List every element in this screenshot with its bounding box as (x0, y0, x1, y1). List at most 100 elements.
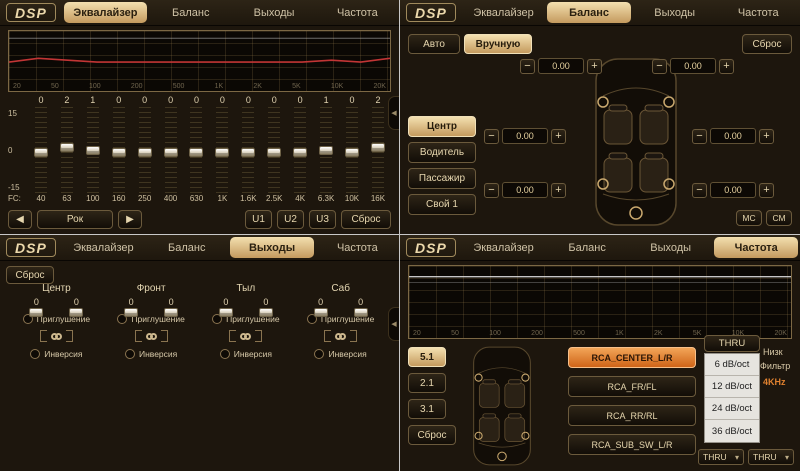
tab-frequency[interactable]: Частота (316, 235, 399, 260)
outputs-drawer-handle[interactable]: ◀ (388, 307, 399, 341)
invert-checkbox-row[interactable]: Инверсия (220, 349, 272, 359)
rca-sub-button[interactable]: RCA_SUB_SW_L/R (568, 434, 696, 455)
eq-band-slider[interactable] (32, 107, 50, 194)
eq-band-slider[interactable] (239, 107, 257, 194)
eq-band-slider[interactable] (187, 107, 205, 194)
tab-equalizer[interactable]: Эквалайзер (62, 235, 145, 260)
minus-button[interactable]: − (520, 59, 535, 74)
preset-prev-button[interactable]: ◀ (8, 210, 32, 229)
invert-checkbox[interactable] (220, 349, 230, 359)
slider-handle[interactable] (69, 308, 83, 317)
eq-band-slider[interactable] (136, 107, 154, 194)
preset-display[interactable]: Рок (37, 210, 113, 229)
slider-handle[interactable] (164, 308, 178, 317)
plus-button[interactable]: + (759, 183, 774, 198)
slider-handle[interactable] (319, 146, 333, 155)
tab-equalizer[interactable]: Эквалайзер (462, 235, 546, 260)
freq-reset-button[interactable]: Сброс (408, 425, 456, 445)
slider-handle[interactable] (34, 148, 48, 157)
preset-next-button[interactable]: ▶ (118, 210, 142, 229)
plus-button[interactable]: + (719, 59, 734, 74)
slider-handle[interactable] (354, 308, 368, 317)
balance-manual-button[interactable]: Вручную (464, 34, 532, 54)
slider-handle[interactable] (371, 143, 385, 152)
minus-button[interactable]: − (692, 129, 707, 144)
eq-band-slider[interactable] (317, 107, 335, 194)
tab-outputs[interactable]: Выходы (232, 0, 315, 25)
slope-dropdown-selected[interactable]: THRU (704, 335, 760, 352)
mode-3-1-button[interactable]: 3.1 (408, 399, 446, 419)
link-channels[interactable] (229, 329, 262, 343)
slope-option-6db[interactable]: 6 dB/oct (705, 354, 759, 376)
slider-handle[interactable] (267, 148, 281, 157)
tab-outputs[interactable]: Выходы (629, 235, 713, 260)
slider-handle[interactable] (259, 308, 273, 317)
eq-band-slider[interactable] (291, 107, 309, 194)
slider-handle[interactable] (29, 308, 43, 317)
mc-toggle-button[interactable]: МС (736, 210, 762, 226)
outputs-reset-button[interactable]: Сброс (6, 266, 54, 284)
link-channels[interactable] (40, 329, 73, 343)
tab-balance[interactable]: Баланс (547, 2, 631, 23)
tab-balance[interactable]: Баланс (145, 235, 228, 260)
slider-handle[interactable] (60, 143, 74, 152)
tab-balance[interactable]: Баланс (545, 235, 629, 260)
slider-handle[interactable] (314, 308, 328, 317)
balance-preset-passenger[interactable]: Пассажир (408, 168, 476, 189)
balance-preset-custom1[interactable]: Свой 1 (408, 194, 476, 215)
eq-band-slider[interactable] (369, 107, 387, 194)
balance-preset-center[interactable]: Центр (408, 116, 476, 137)
slider-handle[interactable] (219, 308, 233, 317)
minus-button[interactable]: − (652, 59, 667, 74)
tab-frequency[interactable]: Частота (316, 0, 399, 25)
link-channels[interactable] (135, 329, 168, 343)
invert-checkbox[interactable] (314, 349, 324, 359)
plus-button[interactable]: + (551, 183, 566, 198)
balance-reset-button[interactable]: Сброс (742, 34, 792, 54)
invert-checkbox-row[interactable]: Инверсия (30, 349, 82, 359)
tab-frequency[interactable]: Частота (716, 0, 800, 25)
eq-band-slider[interactable] (343, 107, 361, 194)
slope-option-12db[interactable]: 12 dB/oct (705, 376, 759, 398)
eq-band-slider[interactable] (58, 107, 76, 194)
plus-button[interactable]: + (551, 129, 566, 144)
balance-preset-driver[interactable]: Водитель (408, 142, 476, 163)
balance-auto-button[interactable]: Авто (408, 34, 460, 54)
eq-reset-button[interactable]: Сброс (341, 210, 391, 229)
mode-2-1-button[interactable]: 2.1 (408, 373, 446, 393)
minus-button[interactable]: − (692, 183, 707, 198)
slider-handle[interactable] (164, 148, 178, 157)
slope-option-24db[interactable]: 24 dB/oct (705, 398, 759, 420)
plus-button[interactable]: + (587, 59, 602, 74)
eq-band-slider[interactable] (162, 107, 180, 194)
filter-select-right[interactable]: THRU ▾ (748, 449, 794, 465)
mode-5-1-button[interactable]: 5.1 (408, 347, 446, 367)
slider-handle[interactable] (112, 148, 126, 157)
eq-band-slider[interactable] (265, 107, 283, 194)
invert-checkbox-row[interactable]: Инверсия (125, 349, 177, 359)
tab-equalizer[interactable]: Эквалайзер (462, 0, 546, 25)
slider-handle[interactable] (241, 148, 255, 157)
tab-outputs[interactable]: Выходы (230, 237, 313, 258)
filter-select-left[interactable]: THRU ▾ (698, 449, 744, 465)
slider-handle[interactable] (189, 148, 203, 157)
tab-frequency[interactable]: Частота (714, 237, 798, 258)
rca-front-button[interactable]: RCA_FR/FL (568, 376, 696, 397)
tab-balance[interactable]: Баланс (149, 0, 232, 25)
tab-equalizer[interactable]: Эквалайзер (64, 2, 147, 23)
rca-rear-button[interactable]: RCA_RR/RL (568, 405, 696, 426)
invert-checkbox-row[interactable]: Инверсия (314, 349, 366, 359)
slider-handle[interactable] (293, 148, 307, 157)
eq-drawer-handle[interactable]: ◀ (388, 96, 399, 130)
slider-handle[interactable] (124, 308, 138, 317)
slider-handle[interactable] (215, 148, 229, 157)
memory-u1-button[interactable]: U1 (245, 210, 272, 229)
eq-band-slider[interactable] (84, 107, 102, 194)
slider-handle[interactable] (138, 148, 152, 157)
invert-checkbox[interactable] (30, 349, 40, 359)
plus-button[interactable]: + (759, 129, 774, 144)
minus-button[interactable]: − (484, 129, 499, 144)
link-channels[interactable] (324, 329, 357, 343)
eq-band-slider[interactable] (110, 107, 128, 194)
eq-band-slider[interactable] (213, 107, 231, 194)
